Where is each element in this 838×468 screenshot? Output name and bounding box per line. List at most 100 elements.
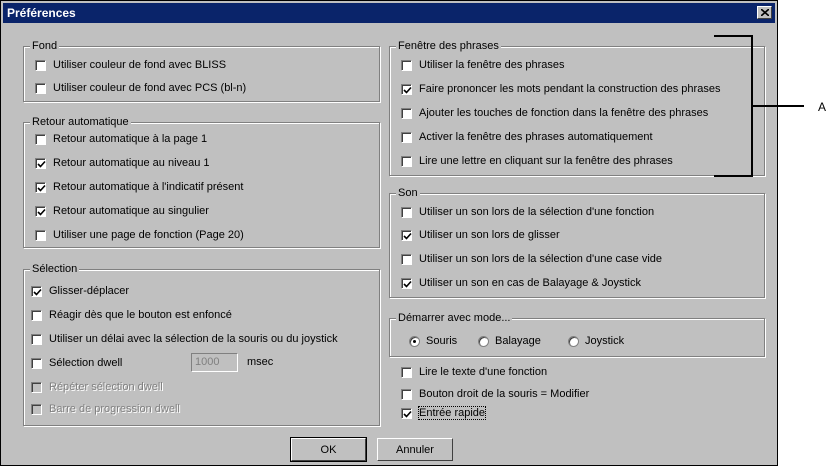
checkbox-box[interactable] <box>31 357 42 369</box>
radio-label: Souris <box>426 335 458 347</box>
checkbox-retour-indicatif[interactable]: Retour automatique à l'indicatif présent <box>35 179 243 195</box>
checkbox-box[interactable] <box>35 133 46 145</box>
checkbox-label: Utiliser un son lors de la sélection d'u… <box>419 253 663 265</box>
check-icon <box>403 86 412 94</box>
cancel-button[interactable]: Annuler <box>377 438 453 461</box>
checkbox-lire-texte-fonction[interactable]: Lire le texte d'une fonction <box>401 364 547 380</box>
group-phrases-title: Fenêtre des phrases <box>396 39 501 53</box>
annotation-label: A <box>818 100 827 114</box>
checkbox-box[interactable] <box>401 229 412 241</box>
checkbox-prononcer-mots[interactable]: Faire prononcer les mots pendant la cons… <box>401 81 720 97</box>
check-icon <box>403 280 412 288</box>
dwell-unit-label: msec <box>247 356 274 368</box>
checkbox-box[interactable] <box>31 333 42 345</box>
checkbox-ajouter-touches[interactable]: Ajouter les touches de fonction dans la … <box>401 105 708 121</box>
checkbox-label: Lire le texte d'une fonction <box>419 366 548 378</box>
checkbox-entree-rapide[interactable]: Entrée rapide <box>401 405 487 421</box>
checkbox-label: Barre de progression dwell <box>49 403 180 415</box>
preferences-dialog: Préférences Fond Retour automatique Séle… <box>0 0 778 466</box>
checkbox-box[interactable] <box>401 83 412 95</box>
check-icon <box>37 208 46 216</box>
checkbox-label: Retour automatique au niveau 1 <box>53 157 210 169</box>
checkbox-retour-page1[interactable]: Retour automatique à la page 1 <box>35 131 207 147</box>
checkbox-retour-niveau1[interactable]: Retour automatique au niveau 1 <box>35 155 210 171</box>
checkbox-box[interactable] <box>31 309 42 321</box>
checkbox-label: Réagir dès que le bouton est enfoncé <box>49 309 232 321</box>
checkbox-bouton-droit[interactable]: Bouton droit de la souris = Modifier <box>401 386 589 402</box>
radio-circle[interactable] <box>478 335 489 347</box>
check-icon <box>37 184 46 192</box>
checkbox-box[interactable] <box>401 107 412 119</box>
checkbox-fond-pcs[interactable]: Utiliser couleur de fond avec PCS (bl-n) <box>35 80 246 96</box>
radio-joystick[interactable]: Joystick <box>568 333 624 349</box>
checkbox-box[interactable] <box>401 366 412 378</box>
checkbox-retour-singulier[interactable]: Retour automatique au singulier <box>35 203 209 219</box>
checkbox-reagir-bouton[interactable]: Réagir dès que le bouton est enfoncé <box>31 307 232 323</box>
checkbox-repeter-dwell: Répéter sélection dwell <box>31 379 163 395</box>
group-fond-title: Fond <box>30 39 60 53</box>
checkbox-box[interactable] <box>35 205 46 217</box>
checkbox-box[interactable] <box>401 59 412 71</box>
checkbox-label: Retour automatique à l'indicatif présent <box>53 181 244 193</box>
checkbox-son-fonction[interactable]: Utiliser un son lors de la sélection d'u… <box>401 204 654 220</box>
checkbox-label: Lire une lettre en cliquant sur la fenêt… <box>419 155 673 167</box>
group-son-title: Son <box>396 186 420 200</box>
checkbox-label: Retour automatique à la page 1 <box>53 133 208 145</box>
checkbox-delai-souris[interactable]: Utiliser un délai avec la sélection de l… <box>31 331 338 347</box>
checkbox-label: Utiliser un son lors de glisser <box>419 229 560 241</box>
checkbox-lire-lettre[interactable]: Lire une lettre en cliquant sur la fenêt… <box>401 153 673 169</box>
checkbox-label: Bouton droit de la souris = Modifier <box>419 388 590 400</box>
checkbox-label: Ajouter les touches de fonction dans la … <box>419 107 709 119</box>
checkbox-page-fonction[interactable]: Utiliser une page de fonction (Page 20) <box>35 227 244 243</box>
checkbox-son-glisser[interactable]: Utiliser un son lors de glisser <box>401 227 560 243</box>
group-selection-title: Sélection <box>30 262 80 276</box>
group-mode-title: Démarrer avec mode... <box>396 311 513 325</box>
checkbox-son-case-vide[interactable]: Utiliser un son lors de la sélection d'u… <box>401 251 662 267</box>
cancel-button-label: Annuler <box>396 443 434 456</box>
checkbox-label: Retour automatique au singulier <box>53 205 209 217</box>
close-button[interactable] <box>757 6 772 19</box>
checkbox-son-balayage[interactable]: Utiliser un son en cas de Balayage & Joy… <box>401 275 641 291</box>
checkbox-box[interactable] <box>401 131 412 143</box>
checkbox-box[interactable] <box>401 155 412 167</box>
title-bar: Préférences <box>3 3 775 23</box>
group-retour-title: Retour automatique <box>30 115 131 129</box>
checkbox-box <box>31 403 42 415</box>
radio-souris[interactable]: Souris <box>409 333 457 349</box>
checkbox-label: Utiliser couleur de fond avec PCS (bl-n) <box>53 82 247 94</box>
checkbox-activer-fenetre[interactable]: Activer la fenêtre des phrases automatiq… <box>401 129 653 145</box>
checkbox-box[interactable] <box>35 229 46 241</box>
checkbox-fond-bliss[interactable]: Utiliser couleur de fond avec BLISS <box>35 57 226 73</box>
checkbox-selection-dwell[interactable]: Sélection dwell <box>31 355 122 371</box>
radio-balayage[interactable]: Balayage <box>478 333 541 349</box>
checkbox-box[interactable] <box>401 206 412 218</box>
checkbox-box[interactable] <box>35 157 46 169</box>
checkbox-label: Sélection dwell <box>49 357 123 369</box>
ok-button[interactable]: OK <box>290 437 367 462</box>
check-icon <box>403 232 412 240</box>
checkbox-label: Activer la fenêtre des phrases automatiq… <box>419 131 653 143</box>
checkbox-label: Utiliser une page de fonction (Page 20) <box>53 229 244 241</box>
radio-circle[interactable] <box>568 335 579 347</box>
checkbox-box <box>31 381 42 393</box>
radio-label: Balayage <box>495 335 541 347</box>
checkbox-box[interactable] <box>35 82 46 94</box>
checkbox-box[interactable] <box>35 59 46 71</box>
checkbox-label: Glisser-déplacer <box>49 285 130 297</box>
checkbox-label: Utiliser un son en cas de Balayage & Joy… <box>419 277 641 289</box>
checkbox-label: Utiliser un son lors de la sélection d'u… <box>419 206 655 218</box>
checkbox-glisser-deplacer[interactable]: Glisser-déplacer <box>31 283 129 299</box>
checkbox-box[interactable] <box>401 277 412 289</box>
checkbox-box[interactable] <box>401 388 412 400</box>
radio-circle[interactable] <box>409 335 420 347</box>
checkbox-box[interactable] <box>401 253 412 265</box>
dwell-time-input[interactable]: 1000 <box>191 353 238 372</box>
ok-button-label: OK <box>320 443 337 456</box>
checkbox-box[interactable] <box>35 181 46 193</box>
checkbox-box[interactable] <box>401 407 412 419</box>
check-icon <box>33 288 42 296</box>
checkbox-utiliser-fenetre-phrases[interactable]: Utiliser la fenêtre des phrases <box>401 57 565 73</box>
checkbox-label: Faire prononcer les mots pendant la cons… <box>419 83 721 95</box>
check-icon <box>37 160 46 168</box>
checkbox-box[interactable] <box>31 285 42 297</box>
